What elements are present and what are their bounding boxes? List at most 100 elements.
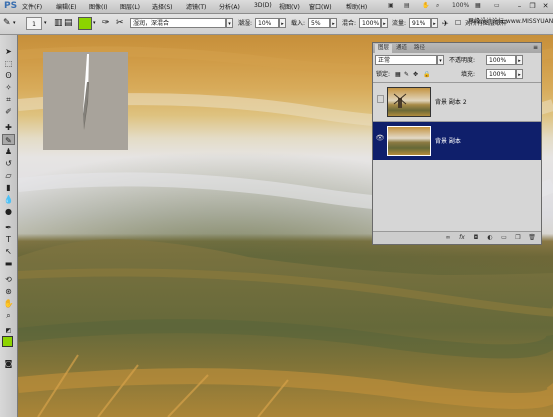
layer-name[interactable]: 背景 副本 2 xyxy=(435,97,467,106)
layer-row[interactable]: 背景 副本 2 xyxy=(373,82,541,121)
close-icon[interactable]: ✕ xyxy=(540,1,551,11)
panel-menu-icon[interactable]: ≡ xyxy=(533,43,538,53)
load-brush-icon[interactable]: ✑ xyxy=(102,17,110,30)
opacity-arrow-icon[interactable]: ▸ xyxy=(516,55,523,65)
tab-layers[interactable]: 图层 xyxy=(375,44,393,53)
clone-stamp-tool-icon[interactable]: ♟ xyxy=(2,146,15,157)
zoom-tool-icon[interactable]: ⌕ xyxy=(436,1,439,11)
flow-field[interactable]: 91% xyxy=(409,18,431,28)
shape-tool-icon[interactable]: ▬ xyxy=(2,258,15,269)
load-value: 5% xyxy=(311,20,321,27)
trash-icon[interactable]: 🗑 xyxy=(527,233,537,243)
wet-field[interactable]: 10% xyxy=(255,18,279,28)
foreground-color-swatch[interactable] xyxy=(2,336,13,347)
crop-tool-icon[interactable]: ⌗ xyxy=(2,94,15,105)
history-brush-tool-icon[interactable]: ↺ xyxy=(2,158,15,169)
zoom-level[interactable]: 100% xyxy=(452,1,469,11)
layer-visibility-toggle[interactable]: 👁 xyxy=(375,134,385,146)
adjustment-icon[interactable]: ◐ xyxy=(485,233,495,243)
hand-tool-icon[interactable]: ✋ xyxy=(422,1,429,11)
menu-analysis[interactable]: 分析(A) xyxy=(219,2,240,11)
blur-tool-icon[interactable]: 💧 xyxy=(2,194,15,205)
type-tool-icon[interactable]: T xyxy=(2,234,15,245)
restore-icon[interactable]: ❐ xyxy=(527,1,538,11)
mixer-brush-tool-icon[interactable]: ✎ xyxy=(2,134,15,145)
eyedropper-tool-icon[interactable]: ✐ xyxy=(2,106,15,117)
move-tool-icon[interactable]: ➤ xyxy=(2,46,15,57)
lock-image-icon[interactable]: ✎ xyxy=(404,69,409,80)
hand-tool-icon[interactable]: ✋ xyxy=(2,298,15,309)
menu-image[interactable]: 图像(I) xyxy=(89,2,107,11)
lasso-tool-icon[interactable]: ʘ xyxy=(2,70,15,81)
mixer-brush-icon[interactable]: ✎ xyxy=(3,17,11,30)
menu-3d[interactable]: 3D(D) xyxy=(254,2,272,9)
pen-tool-icon[interactable]: ✒ xyxy=(2,222,15,233)
blend-combination-arrow-icon[interactable]: ▾ xyxy=(226,18,233,28)
opacity-field[interactable]: 100% xyxy=(486,55,516,65)
quick-select-tool-icon[interactable]: ✧ xyxy=(2,82,15,93)
fill-field[interactable]: 100% xyxy=(486,69,516,79)
arrange-icon[interactable]: ▦ xyxy=(475,1,481,11)
lock-position-icon[interactable]: ✥ xyxy=(413,69,418,80)
tab-channels[interactable]: 通道 xyxy=(393,44,410,53)
fill-arrow-icon[interactable]: ▸ xyxy=(516,69,523,79)
minimize-icon[interactable]: – xyxy=(514,1,525,11)
layers-panel: 图层 通道 路径 ≡ 正常 ▾ 不透明度: 100% ▸ 锁定: ▦ ✎ ✥ 🔒… xyxy=(372,42,542,245)
menu-filter[interactable]: 滤镜(T) xyxy=(186,2,206,11)
bridge-icon[interactable]: ▣ xyxy=(388,1,394,11)
brush-panel-icon[interactable]: ▥ xyxy=(54,17,63,30)
quick-mask-icon[interactable]: ◙ xyxy=(2,358,15,369)
fx-icon[interactable]: fx xyxy=(457,233,467,243)
3d-orbit-tool-icon[interactable]: ⊛ xyxy=(2,286,15,297)
gradient-tool-icon[interactable]: ▮ xyxy=(2,182,15,193)
marquee-tool-icon[interactable]: ⬚ xyxy=(2,58,15,69)
mask-icon[interactable]: ◘ xyxy=(471,233,481,243)
swatch-dropdown-icon[interactable]: ▾ xyxy=(93,17,96,30)
group-icon[interactable]: ▭ xyxy=(499,233,509,243)
load-field[interactable]: 5% xyxy=(308,18,330,28)
menu-help[interactable]: 帮助(H) xyxy=(346,2,367,11)
blend-opacity-row: 正常 ▾ 不透明度: 100% ▸ xyxy=(373,55,541,66)
new-layer-icon[interactable]: ❐ xyxy=(513,233,523,243)
blend-mode-select[interactable]: 正常 xyxy=(375,55,437,65)
minibridge-icon[interactable]: ▤ xyxy=(404,1,410,11)
menu-window[interactable]: 窗口(W) xyxy=(309,2,332,11)
link-icon[interactable]: ∞ xyxy=(443,233,453,243)
layer-name[interactable]: 背景 副本 xyxy=(435,136,461,145)
menu-layer[interactable]: 图层(L) xyxy=(120,2,140,11)
layer-row-selected[interactable]: 👁 背景 副本 xyxy=(373,121,541,160)
current-brush-load-swatch[interactable] xyxy=(78,17,92,30)
brush-picker-arrow-icon[interactable]: ▾ xyxy=(44,17,47,30)
tab-paths[interactable]: 路径 xyxy=(411,44,428,53)
load-arrow-icon[interactable]: ▸ xyxy=(330,18,337,28)
blend-combination-select[interactable]: 湿润，深混合 xyxy=(130,18,226,28)
mix-arrow-icon[interactable]: ▸ xyxy=(381,18,388,28)
blend-mode-value: 正常 xyxy=(378,57,391,64)
fill-value: 100% xyxy=(489,71,507,78)
path-select-tool-icon[interactable]: ↖ xyxy=(2,246,15,257)
eraser-tool-icon[interactable]: ▱ xyxy=(2,170,15,181)
default-colors-icon[interactable]: ◩ xyxy=(2,325,15,336)
wet-arrow-icon[interactable]: ▸ xyxy=(279,18,286,28)
tool-preset-dropdown-icon[interactable]: ▾ xyxy=(13,17,16,30)
screen-mode-icon[interactable]: ▭ xyxy=(494,1,500,11)
lock-transparent-icon[interactable]: ▦ xyxy=(395,69,401,80)
airbrush-icon[interactable]: ✈ xyxy=(442,17,449,30)
spot-healing-tool-icon[interactable]: ✚ xyxy=(2,122,15,133)
menu-view[interactable]: 视图(V) xyxy=(279,2,300,11)
dodge-tool-icon[interactable]: ● xyxy=(2,206,15,217)
blend-mode-arrow-icon[interactable]: ▾ xyxy=(437,55,444,65)
menu-edit[interactable]: 编辑(E) xyxy=(56,2,76,11)
brush-preset-picker[interactable]: 1 xyxy=(26,17,42,30)
3d-rotate-tool-icon[interactable]: ⟲ xyxy=(2,274,15,285)
flow-arrow-icon[interactable]: ▸ xyxy=(431,18,438,28)
clean-brush-icon[interactable]: ✂ xyxy=(116,17,124,30)
zoom-tool-icon[interactable]: ⌕ xyxy=(2,310,15,321)
clone-stamp-icon[interactable]: ▤ xyxy=(64,17,73,30)
mix-field[interactable]: 100% xyxy=(359,18,381,28)
lock-all-icon[interactable]: 🔒 xyxy=(423,69,430,80)
sample-all-checkbox[interactable]: ☐ xyxy=(455,17,461,30)
menu-file[interactable]: 文件(F) xyxy=(22,2,42,11)
layer-visibility-toggle[interactable] xyxy=(375,95,385,107)
menu-select[interactable]: 选择(S) xyxy=(152,2,173,11)
